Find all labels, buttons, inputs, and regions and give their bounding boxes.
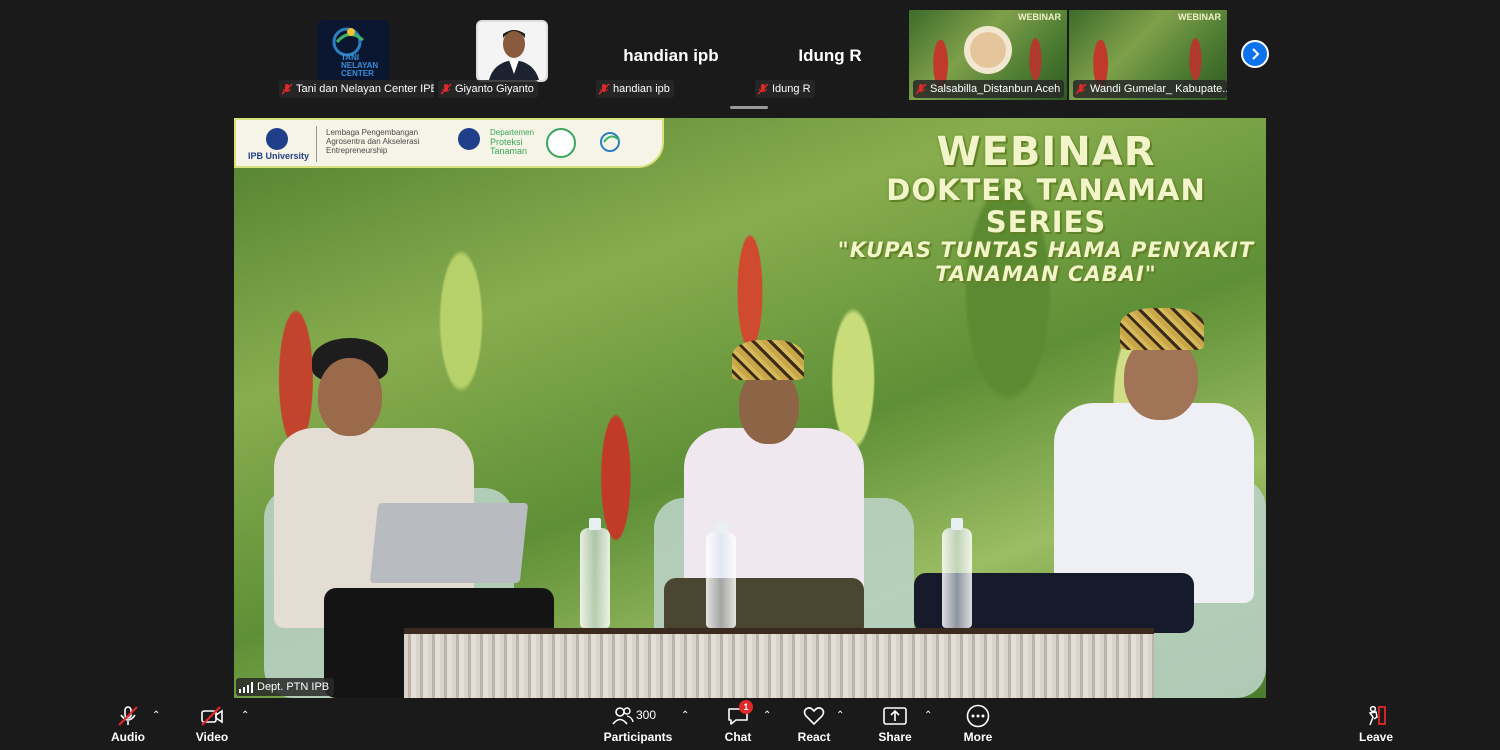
webinar-banner: IPB University Lembaga Pengembangan Agro… bbox=[234, 118, 664, 168]
mic-muted-icon bbox=[281, 83, 293, 95]
participant-name: Tani dan Nelayan Center IPB bbox=[296, 83, 435, 95]
participant-tile-tani[interactable]: TANI NELAYAN CENTER Tani dan Nelayan Cen… bbox=[275, 10, 435, 100]
participant-name-label: Idung R bbox=[755, 80, 815, 98]
chat-label: Chat bbox=[724, 730, 752, 744]
participant-name-label: Wandi Gumelar_ Kabupate... bbox=[1073, 80, 1227, 98]
participants-options-chevron-icon[interactable]: ⌃ bbox=[681, 710, 689, 721]
participants-button[interactable]: 300 Participants bbox=[604, 698, 672, 750]
participants-count: 300 bbox=[636, 708, 657, 722]
leave-button[interactable]: Leave bbox=[1356, 698, 1396, 750]
laptop bbox=[369, 503, 529, 583]
participant-video-salsabilla[interactable]: WEBINAR Salsabilla_Distanbun Aceh bbox=[909, 10, 1067, 100]
participant-avatar bbox=[970, 32, 1006, 68]
more-button[interactable]: More bbox=[960, 698, 996, 750]
participant-name: Idung R bbox=[772, 83, 811, 95]
participant-video-wandi[interactable]: WEBINAR Wandi Gumelar_ Kabupate... bbox=[1069, 10, 1227, 100]
leaf-logo-icon bbox=[598, 128, 624, 154]
signal-strength-icon bbox=[239, 681, 253, 693]
camera-off-icon bbox=[199, 704, 225, 728]
panelist-headband bbox=[1120, 308, 1204, 350]
chat-options-chevron-icon[interactable]: ⌃ bbox=[763, 710, 771, 721]
meeting-toolbar: Audio ⌃ Video ⌃ 300 Participants ⌃ 1 Cha… bbox=[0, 698, 1500, 750]
page-indicator bbox=[730, 106, 768, 109]
video-button[interactable]: Video bbox=[192, 698, 232, 750]
react-label: React bbox=[797, 730, 831, 744]
participant-logo-text: TANI NELAYAN CENTER bbox=[341, 53, 379, 78]
water-bottle bbox=[706, 522, 736, 628]
program-name: Proteksi Tanaman bbox=[490, 137, 528, 156]
participant-name-label: handian ipb bbox=[596, 80, 674, 98]
mic-muted-icon bbox=[915, 83, 927, 95]
panelist-face bbox=[318, 358, 382, 436]
program-prefix: Departemen bbox=[490, 128, 535, 137]
participant-name: Salsabilla_Distanbun Aceh bbox=[930, 83, 1061, 95]
title-line-4: TANAMAN CABAI" bbox=[935, 262, 1157, 286]
audio-button[interactable]: Audio bbox=[108, 698, 148, 750]
participant-name-label: Giyanto Giyanto bbox=[438, 80, 538, 98]
mic-muted-icon bbox=[757, 83, 769, 95]
leave-label: Leave bbox=[1358, 730, 1394, 744]
participant-name: Wandi Gumelar_ Kabupate... bbox=[1090, 83, 1227, 95]
chat-icon: 1 bbox=[725, 700, 753, 728]
divider bbox=[316, 126, 317, 162]
participant-name: Giyanto Giyanto bbox=[455, 83, 534, 95]
mic-muted-icon bbox=[598, 83, 610, 95]
shield-icon bbox=[546, 128, 576, 158]
next-page-button[interactable] bbox=[1241, 40, 1269, 68]
participant-avatar bbox=[476, 20, 548, 82]
more-label: More bbox=[963, 730, 993, 744]
mic-muted-icon bbox=[115, 704, 141, 728]
participant-tile-handian[interactable]: handian ipb handian ipb bbox=[592, 10, 750, 100]
participant-name-label: Salsabilla_Distanbun Aceh bbox=[913, 80, 1065, 98]
video-options-chevron-icon[interactable]: ⌃ bbox=[241, 710, 249, 721]
participant-display-name: handian ipb bbox=[623, 46, 719, 65]
heart-icon bbox=[801, 704, 827, 728]
title-line-2: DOKTER TANAMAN SERIES bbox=[886, 173, 1206, 239]
react-options-chevron-icon[interactable]: ⌃ bbox=[836, 710, 844, 721]
chat-button[interactable]: 1 Chat bbox=[720, 698, 756, 750]
main-video[interactable]: IPB University Lembaga Pengembangan Agro… bbox=[234, 118, 1266, 698]
participant-strip: TANI NELAYAN CENTER Tani dan Nelayan Cen… bbox=[0, 0, 1500, 112]
participant-display-name: Idung R bbox=[798, 46, 862, 65]
mic-muted-icon bbox=[440, 83, 452, 95]
audio-label: Audio bbox=[111, 730, 145, 744]
video-overlay-title: WEBINAR bbox=[1178, 12, 1221, 22]
ptn-logo-icon bbox=[458, 128, 480, 150]
chat-unread-badge: 1 bbox=[739, 700, 753, 714]
active-speaker-name: Dept. PTN IPB bbox=[257, 681, 330, 693]
leave-icon bbox=[1363, 704, 1389, 728]
water-bottle bbox=[942, 518, 972, 628]
share-label: Share bbox=[878, 730, 912, 744]
participants-label: Participants bbox=[603, 730, 673, 744]
panelist-headband bbox=[732, 340, 804, 380]
participants-icon: 300 bbox=[608, 704, 668, 728]
webinar-title: WEBINAR DOKTER TANAMAN SERIES "KUPAS TUN… bbox=[834, 130, 1258, 286]
participant-name-label: Tani dan Nelayan Center IPB bbox=[279, 80, 435, 98]
university-name: IPB University bbox=[248, 151, 310, 161]
mic-muted-icon bbox=[1075, 83, 1087, 95]
video-overlay-title: WEBINAR bbox=[1018, 12, 1061, 22]
share-options-chevron-icon[interactable]: ⌃ bbox=[924, 710, 932, 721]
video-label: Video bbox=[195, 730, 229, 744]
institute-name: Lembaga Pengembangan Agrosentra dan Akse… bbox=[326, 128, 420, 155]
participant-tile-idung[interactable]: Idung R Idung R bbox=[751, 10, 909, 100]
ipb-logo-icon bbox=[266, 128, 288, 150]
active-speaker-label: Dept. PTN IPB bbox=[236, 678, 335, 696]
water-bottle bbox=[580, 518, 610, 628]
participant-name: handian ipb bbox=[613, 83, 670, 95]
title-line-1: WEBINAR bbox=[936, 129, 1156, 175]
share-button[interactable]: Share bbox=[876, 698, 914, 750]
audio-options-chevron-icon[interactable]: ⌃ bbox=[152, 710, 160, 721]
chevron-right-icon bbox=[1252, 48, 1260, 60]
share-screen-icon bbox=[882, 704, 908, 728]
more-icon bbox=[965, 704, 991, 728]
title-line-3: "KUPAS TUNTAS HAMA PENYAKIT bbox=[837, 238, 1255, 262]
coffee-table bbox=[404, 628, 1154, 698]
participant-logo: TANI NELAYAN CENTER bbox=[317, 20, 389, 82]
react-button[interactable]: React bbox=[796, 698, 832, 750]
participant-tile-giyanto[interactable]: Giyanto Giyanto bbox=[434, 10, 592, 100]
